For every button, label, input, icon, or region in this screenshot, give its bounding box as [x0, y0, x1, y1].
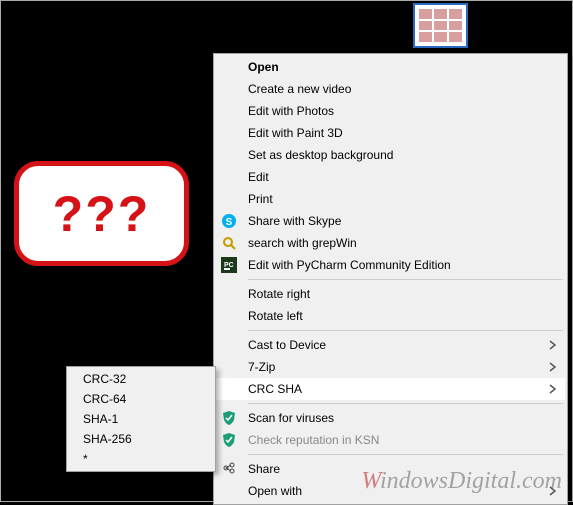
annotation-speech-bubble: ???: [14, 161, 189, 266]
submenu-item-crc64[interactable]: CRC-64: [69, 389, 213, 409]
menu-label: Edit with Photos: [248, 104, 559, 118]
blank-icon: [220, 307, 238, 325]
menu-item-set-background[interactable]: Set as desktop background: [216, 144, 565, 166]
submenu-item-crc32[interactable]: CRC-32: [69, 369, 213, 389]
menu-item-open-with[interactable]: Open with: [216, 480, 565, 502]
shield-icon: [220, 431, 238, 449]
menu-separator: [248, 403, 563, 404]
submenu-arrow-icon: [549, 384, 559, 394]
blank-icon: [220, 482, 238, 500]
crc-sha-submenu: CRC-32 CRC-64 SHA-1 SHA-256 *: [66, 366, 216, 472]
menu-item-search-grepwin[interactable]: search with grepWin: [216, 232, 565, 254]
menu-label: CRC-32: [83, 372, 207, 386]
menu-label: Edit with Paint 3D: [248, 126, 559, 140]
magnifier-icon: [220, 234, 238, 252]
blank-icon: [220, 190, 238, 208]
submenu-item-all[interactable]: *: [69, 449, 213, 469]
menu-label: Rotate right: [248, 287, 559, 301]
menu-label: Open: [248, 60, 559, 74]
svg-text:S: S: [226, 217, 233, 228]
blank-icon: [220, 146, 238, 164]
menu-item-rotate-left[interactable]: Rotate left: [216, 305, 565, 327]
menu-label: Check reputation in KSN: [248, 433, 559, 447]
submenu-arrow-icon: [549, 340, 559, 350]
menu-separator: [248, 330, 563, 331]
thumbnail-grid: [419, 9, 462, 42]
blank-icon: [220, 358, 238, 376]
menu-label: Rotate left: [248, 309, 559, 323]
menu-item-scan-viruses[interactable]: Scan for viruses: [216, 407, 565, 429]
menu-item-edit-pycharm[interactable]: PC Edit with PyCharm Community Edition: [216, 254, 565, 276]
menu-label: Share with Skype: [248, 214, 559, 228]
blank-icon: [220, 102, 238, 120]
menu-item-cast-to-device[interactable]: Cast to Device: [216, 334, 565, 356]
svg-text:PC: PC: [224, 262, 234, 269]
menu-label: SHA-256: [83, 432, 207, 446]
blank-icon: [220, 380, 238, 398]
annotation-text: ???: [53, 185, 151, 243]
skype-icon: S: [220, 212, 238, 230]
shield-icon: [220, 409, 238, 427]
menu-label: Share: [248, 462, 559, 476]
menu-item-crc-sha[interactable]: CRC SHA: [216, 378, 565, 400]
selected-file-thumbnail[interactable]: [413, 3, 468, 48]
submenu-item-sha256[interactable]: SHA-256: [69, 429, 213, 449]
menu-item-share-skype[interactable]: S Share with Skype: [216, 210, 565, 232]
share-icon: [220, 460, 238, 478]
submenu-item-sha1[interactable]: SHA-1: [69, 409, 213, 429]
blank-icon: [220, 285, 238, 303]
menu-label: 7-Zip: [248, 360, 549, 374]
menu-item-edit[interactable]: Edit: [216, 166, 565, 188]
menu-label: Cast to Device: [248, 338, 549, 352]
menu-item-rotate-right[interactable]: Rotate right: [216, 283, 565, 305]
menu-item-7zip[interactable]: 7-Zip: [216, 356, 565, 378]
menu-label: Edit with PyCharm Community Edition: [248, 258, 559, 272]
menu-item-share[interactable]: Share: [216, 458, 565, 480]
menu-label: Edit: [248, 170, 559, 184]
menu-label: Create a new video: [248, 82, 559, 96]
menu-item-edit-photos[interactable]: Edit with Photos: [216, 100, 565, 122]
menu-label: Set as desktop background: [248, 148, 559, 162]
menu-item-open[interactable]: Open: [216, 56, 565, 78]
submenu-arrow-icon: [549, 362, 559, 372]
menu-label: SHA-1: [83, 412, 207, 426]
blank-icon: [220, 58, 238, 76]
menu-separator: [248, 279, 563, 280]
menu-label: search with grepWin: [248, 236, 559, 250]
menu-label: CRC SHA: [248, 382, 549, 396]
menu-label: *: [83, 452, 207, 466]
menu-item-edit-paint3d[interactable]: Edit with Paint 3D: [216, 122, 565, 144]
blank-icon: [220, 124, 238, 142]
menu-separator: [248, 454, 563, 455]
pycharm-icon: PC: [220, 256, 238, 274]
menu-label: CRC-64: [83, 392, 207, 406]
context-menu: Open Create a new video Edit with Photos…: [213, 53, 568, 505]
menu-item-check-ksn: Check reputation in KSN: [216, 429, 565, 451]
menu-label: Open with: [248, 484, 549, 498]
blank-icon: [220, 336, 238, 354]
blank-icon: [220, 80, 238, 98]
submenu-arrow-icon: [549, 486, 559, 496]
menu-label: Scan for viruses: [248, 411, 559, 425]
menu-label: Print: [248, 192, 559, 206]
menu-item-print[interactable]: Print: [216, 188, 565, 210]
menu-item-create-video[interactable]: Create a new video: [216, 78, 565, 100]
blank-icon: [220, 168, 238, 186]
